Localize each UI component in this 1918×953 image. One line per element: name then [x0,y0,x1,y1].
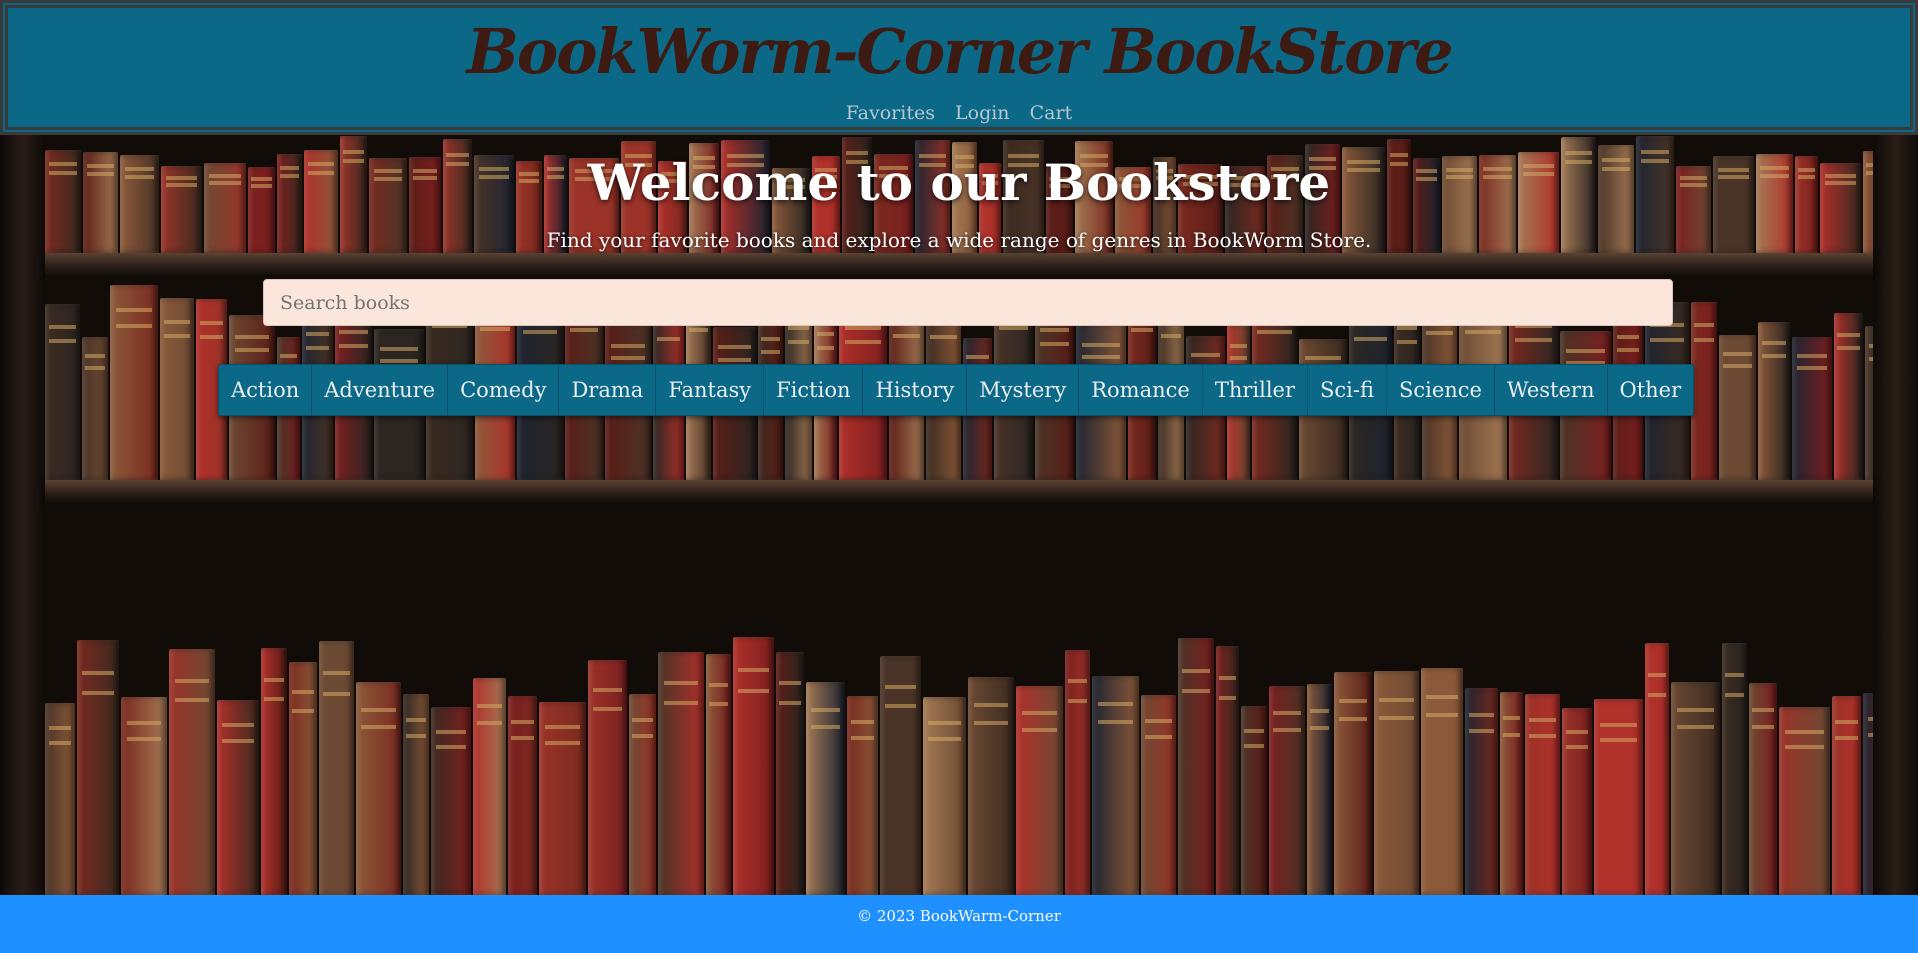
footer-copyright: © 2023 BookWarm-Corner [857,907,1061,925]
genre-button-fantasy[interactable]: Fantasy [656,365,765,415]
genre-button-thriller[interactable]: Thriller [1203,365,1308,415]
genre-button-comedy[interactable]: Comedy [448,365,560,415]
site-header: BookWorm-Corner BookStore Favorites Logi… [0,0,1918,135]
genre-button-science[interactable]: Science [1387,365,1495,415]
hero-subtitle: Find your favorite books and explore a w… [546,228,1372,252]
hero-section: Welcome to our Bookstore Find your favor… [0,135,1918,895]
nav-favorites-link[interactable]: Favorites [846,102,935,124]
search-input[interactable] [263,279,1673,326]
site-footer: © 2023 BookWarm-Corner [0,895,1918,953]
nav-cart-link[interactable]: Cart [1030,102,1073,124]
genre-button-history[interactable]: History [863,365,968,415]
top-nav: Favorites Login Cart [8,100,1910,126]
genre-button-drama[interactable]: Drama [559,365,657,415]
brand-title: BookWorm-Corner BookStore [466,15,1453,88]
genre-button-romance[interactable]: Romance [1079,365,1203,415]
genre-button-adventure[interactable]: Adventure [312,365,449,415]
genre-button-fiction[interactable]: Fiction [764,365,864,415]
hero-title: Welcome to our Bookstore [587,153,1331,212]
genre-button-other[interactable]: Other [1608,365,1694,415]
genre-button-sci-fi[interactable]: Sci-fi [1308,365,1387,415]
header-frame: BookWorm-Corner BookStore Favorites Logi… [5,5,1913,130]
page: BookWorm-Corner BookStore Favorites Logi… [0,0,1918,953]
genre-button-western[interactable]: Western [1495,365,1608,415]
genre-button-mystery[interactable]: Mystery [967,365,1080,415]
nav-login-link[interactable]: Login [955,102,1010,124]
genre-button-group: Action Adventure Comedy Drama Fantasy Fiction… [218,364,1695,416]
genre-button-action[interactable]: Action [219,365,313,415]
